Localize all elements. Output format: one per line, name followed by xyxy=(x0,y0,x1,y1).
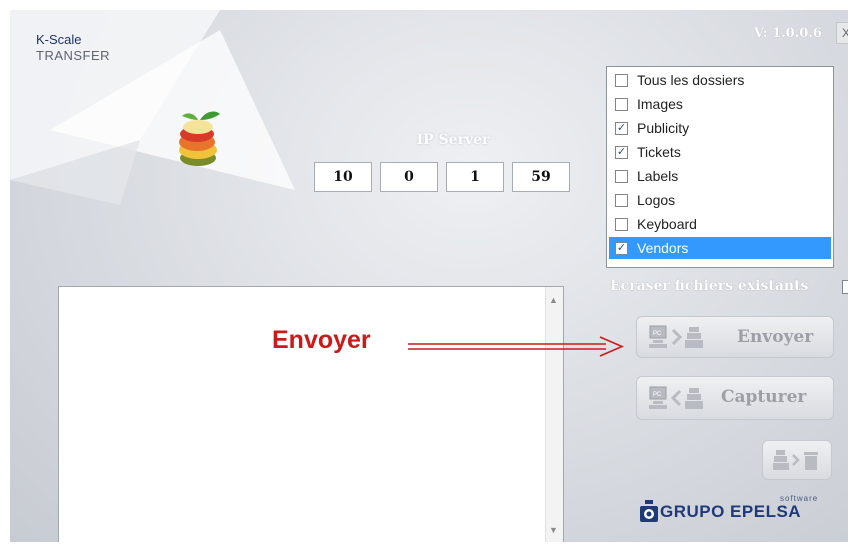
folder-checkbox[interactable]: ✓ xyxy=(615,146,628,159)
ip-octet-1-input[interactable]: 10 xyxy=(314,162,372,192)
envoyer-annotation: Envoyer xyxy=(272,326,371,354)
folder-item-tickets[interactable]: ✓ Tickets xyxy=(609,141,831,163)
send-button[interactable]: PC Envoyer xyxy=(636,316,834,358)
brand-subtitle: TRANSFER xyxy=(36,48,111,63)
app-brand: K-Scale TRANSFER xyxy=(36,32,110,64)
ip-octet-2-input[interactable]: 0 xyxy=(380,162,438,192)
log-textarea[interactable]: ▲ ▼ xyxy=(58,286,564,542)
folder-label: Vendors xyxy=(637,240,689,256)
ip-octet-3-input[interactable]: 1 xyxy=(446,162,504,192)
folder-checkbox[interactable] xyxy=(615,98,628,111)
scroll-down-icon[interactable]: ▼ xyxy=(549,525,558,535)
overwrite-label: Ecraser fichiers existants xyxy=(610,278,809,294)
folder-label: Labels xyxy=(637,168,679,184)
close-button[interactable]: X xyxy=(836,22,848,44)
scale-to-trash-icon xyxy=(773,450,818,470)
svg-text:PC: PC xyxy=(653,331,662,337)
pc-to-scale-icon: PC xyxy=(649,325,703,348)
overwrite-checkbox[interactable] xyxy=(842,280,848,294)
folder-label: Publicity xyxy=(637,120,690,136)
folder-checkbox[interactable] xyxy=(615,218,628,231)
folder-checkbox[interactable] xyxy=(615,194,628,207)
ip-server-label: IP Server xyxy=(416,132,490,148)
folder-checklist: Tous les dossiers Images ✓ Publicity ✓ T… xyxy=(606,66,834,268)
ip-octet-4-input[interactable]: 59 xyxy=(512,162,570,192)
folder-checkbox[interactable] xyxy=(615,74,628,87)
folder-label: Logos xyxy=(637,192,676,208)
folder-item-keyboard[interactable]: Keyboard xyxy=(609,213,831,235)
grupo-epelsa-logo: software GRUPO EPELSA xyxy=(640,494,840,534)
folder-item-vendors[interactable]: ✓ Vendors xyxy=(609,237,831,259)
folder-checkbox[interactable]: ✓ xyxy=(615,122,628,135)
folder-item-images[interactable]: Images xyxy=(609,93,831,115)
logo-name: GRUPO EPELSA xyxy=(660,502,802,521)
fruit-logo-icon xyxy=(179,111,220,166)
folder-label: Images xyxy=(637,96,683,112)
folder-label: Tickets xyxy=(637,144,681,160)
folder-item-tous-les-dossiers[interactable]: Tous les dossiers xyxy=(609,69,831,91)
send-button-label: Envoyer xyxy=(737,327,814,347)
capture-button-label: Capturer xyxy=(721,387,807,407)
scroll-up-icon[interactable]: ▲ xyxy=(549,295,558,305)
folder-item-logos[interactable]: Logos xyxy=(609,189,831,211)
delete-scale-files-button[interactable] xyxy=(762,440,832,480)
version-label: V: 1.0.0.6 xyxy=(754,26,822,41)
folder-label: Keyboard xyxy=(637,216,697,232)
folder-checkbox[interactable]: ✓ xyxy=(615,242,628,255)
app-window: K-Scale TRANSFER V: 1.0.0.6 X IP Server … xyxy=(10,10,848,542)
log-scrollbar[interactable]: ▲ ▼ xyxy=(545,287,563,542)
epelsa-scale-icon xyxy=(640,500,658,522)
annotation-arrow-icon xyxy=(408,336,625,357)
folder-checkbox[interactable] xyxy=(615,170,628,183)
capture-button[interactable]: PC Capturer xyxy=(636,376,834,420)
folder-item-publicity[interactable]: ✓ Publicity xyxy=(609,117,831,139)
svg-text:PC: PC xyxy=(653,392,662,398)
scale-to-pc-icon: PC xyxy=(649,386,703,409)
folder-item-labels[interactable]: Labels xyxy=(609,165,831,187)
brand-name: K-Scale xyxy=(36,32,82,47)
folder-label: Tous les dossiers xyxy=(637,72,745,88)
